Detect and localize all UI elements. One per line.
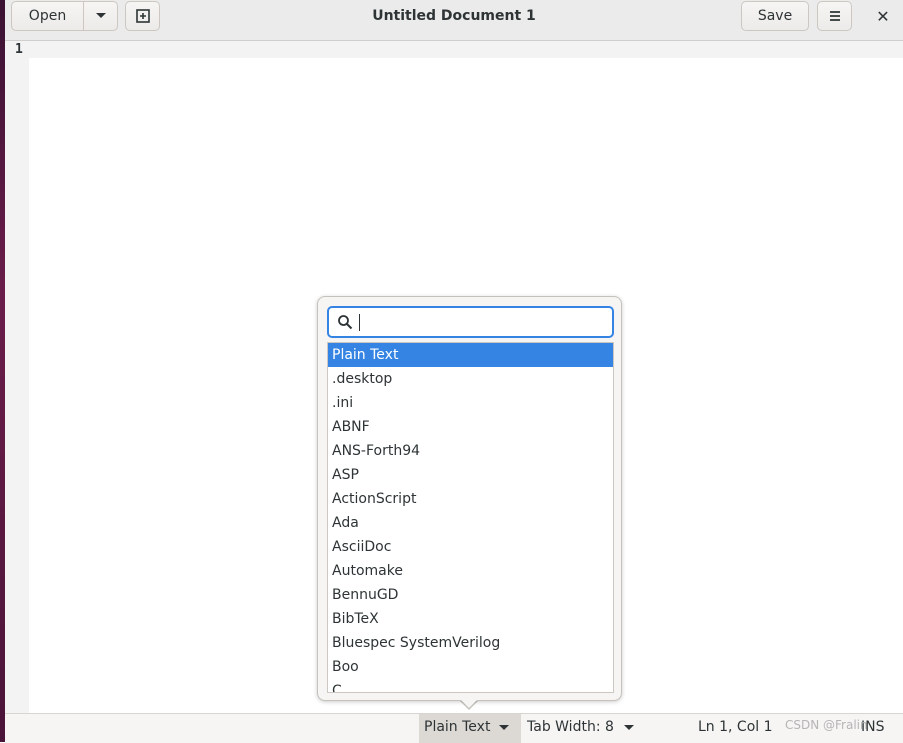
line-number-gutter xyxy=(5,41,29,713)
search-icon xyxy=(338,315,353,330)
tab-width-button[interactable]: Tab Width: 8 xyxy=(524,714,644,743)
language-popover: Plain Text .desktop .ini ABNF ANS-Forth94 ASP… xyxy=(317,296,622,701)
hamburger-menu-icon xyxy=(829,11,840,21)
language-search-input[interactable] xyxy=(327,306,614,338)
language-list-item[interactable]: ActionScript xyxy=(328,487,613,511)
cursor-position: Ln 1, Col 1 xyxy=(698,719,773,735)
language-list-item[interactable]: .ini xyxy=(328,391,613,415)
chevron-down-icon xyxy=(499,725,509,730)
header-bar: Open Untitled Document 1 Save ✕ xyxy=(5,0,903,41)
language-list-item[interactable]: Bluespec SystemVerilog xyxy=(328,631,613,655)
language-list-item[interactable]: ASP xyxy=(328,463,613,487)
status-bar: Plain Text Tab Width: 8 Ln 1, Col 1 INS xyxy=(5,713,903,743)
language-list-item[interactable]: BennuGD xyxy=(328,583,613,607)
close-window-button[interactable]: ✕ xyxy=(871,4,895,28)
main-menu-button[interactable] xyxy=(817,1,852,31)
popover-arrow-fill xyxy=(460,699,478,708)
language-list-item[interactable]: Boo xyxy=(328,655,613,679)
language-list-item[interactable]: Plain Text xyxy=(328,343,613,367)
language-label: Plain Text xyxy=(424,719,491,735)
line-number: 1 xyxy=(15,42,23,57)
language-list-item[interactable]: ABNF xyxy=(328,415,613,439)
close-icon: ✕ xyxy=(876,6,890,26)
language-list-item[interactable]: Ada xyxy=(328,511,613,535)
language-list-item[interactable]: Automake xyxy=(328,559,613,583)
save-button-label: Save xyxy=(757,8,793,24)
tab-width-label: Tab Width: 8 xyxy=(527,719,614,735)
language-list-item[interactable]: AsciiDoc xyxy=(328,535,613,559)
text-caret xyxy=(359,314,360,331)
language-list-item[interactable]: .desktop xyxy=(328,367,613,391)
language-list-item[interactable]: ANS-Forth94 xyxy=(328,439,613,463)
watermark: CSDN @Fralin xyxy=(785,718,868,732)
current-line-highlight xyxy=(5,41,903,58)
chevron-down-icon xyxy=(624,725,634,730)
save-button[interactable]: Save xyxy=(741,1,809,31)
language-list[interactable]: Plain Text .desktop .ini ABNF ANS-Forth94 ASP… xyxy=(327,342,614,693)
language-list-item[interactable]: C xyxy=(328,679,613,692)
language-list-item[interactable]: BibTeX xyxy=(328,607,613,631)
language-selector-button[interactable]: Plain Text xyxy=(419,714,521,743)
